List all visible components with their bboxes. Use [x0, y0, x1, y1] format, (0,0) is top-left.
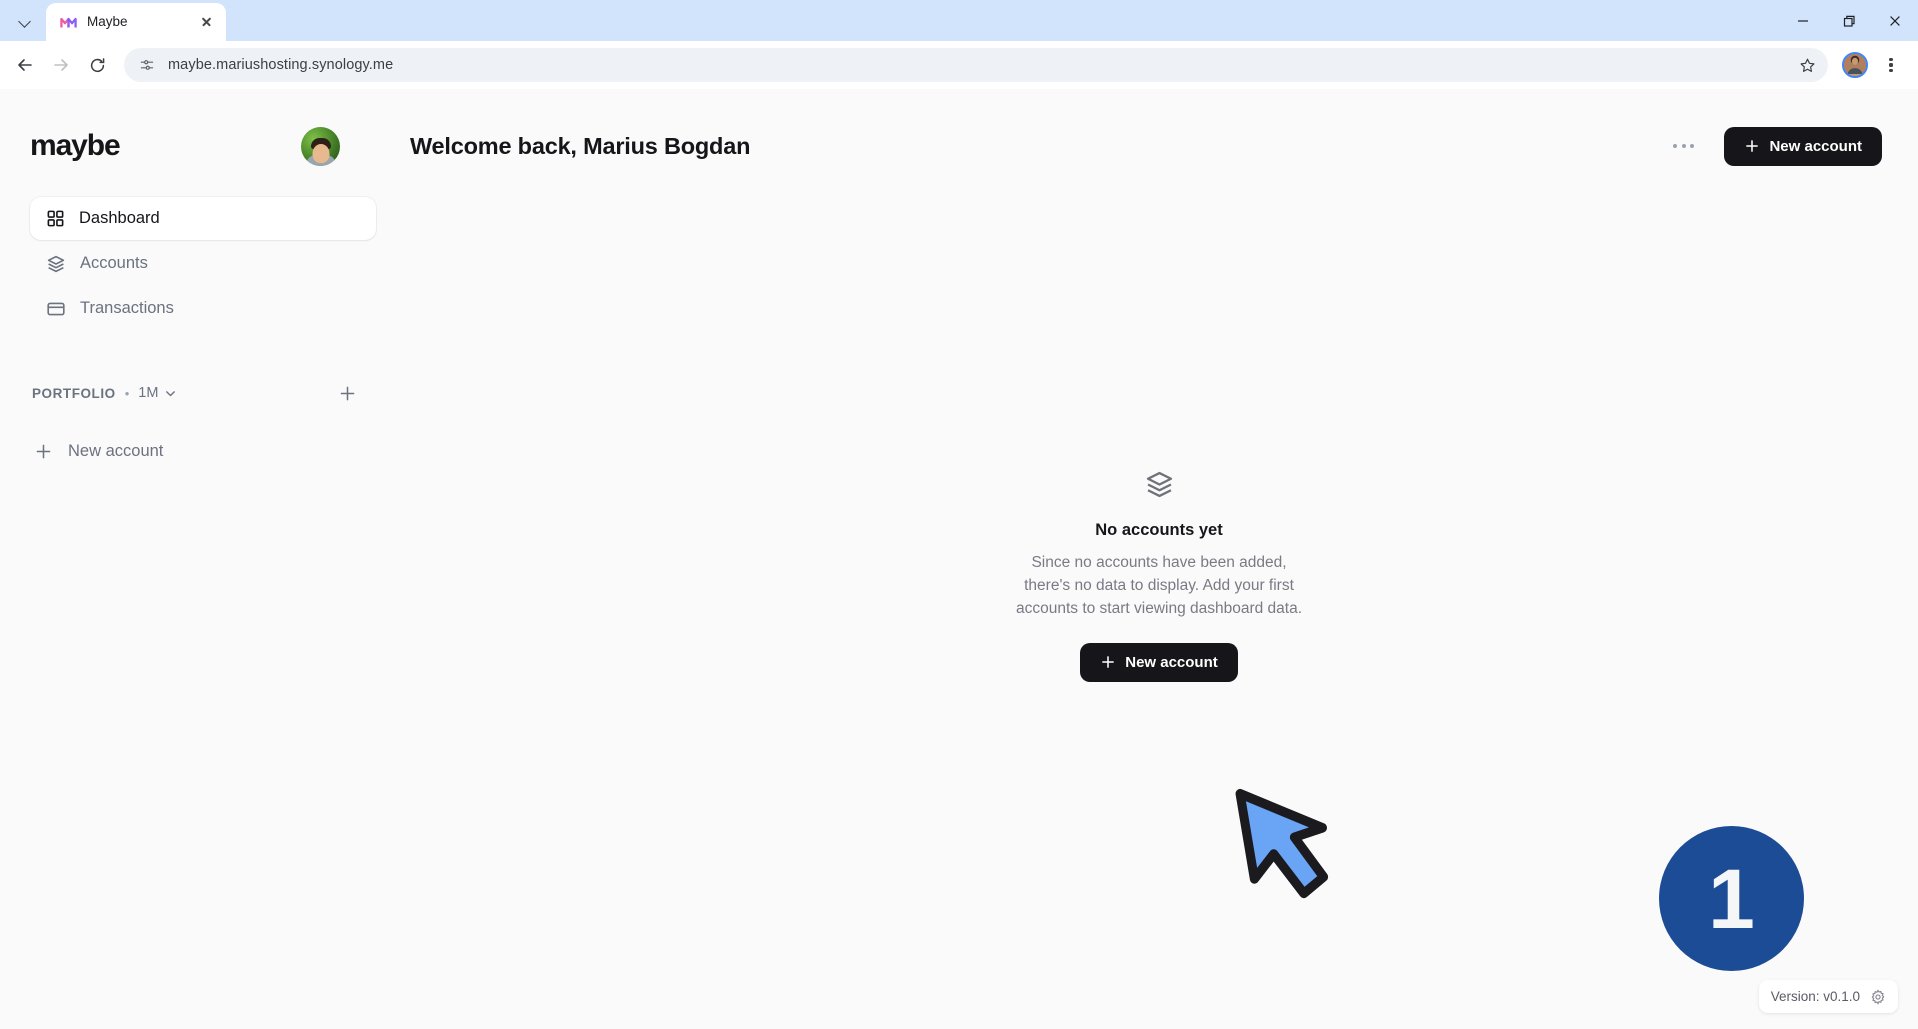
plus-icon: [36, 444, 51, 458]
portfolio-label: PORTFOLIO: [32, 385, 116, 401]
version-text: Version: v0.1.0: [1770, 989, 1860, 1004]
step-badge: 1: [1659, 826, 1804, 971]
address-bar[interactable]: maybe.mariushosting.synology.me: [124, 48, 1828, 82]
profile-avatar-image: [1844, 54, 1866, 74]
avatar-face: [312, 143, 329, 163]
new-account-button-label: New account: [1125, 653, 1218, 671]
restore-icon[interactable]: [1826, 0, 1872, 41]
sidebar-item-dashboard[interactable]: Dashboard: [30, 197, 376, 240]
sidebar-item-label: Transactions: [80, 299, 174, 317]
layers-icon: [47, 255, 65, 272]
version-badge[interactable]: Version: v0.1.0: [1758, 980, 1898, 1013]
plus-icon: [1746, 140, 1759, 152]
empty-state-title: No accounts yet: [1095, 521, 1223, 539]
page-viewport: maybe Dashboard Accounts Transactions PO…: [0, 89, 1918, 1029]
sidebar-nav: Dashboard Accounts Transactions: [30, 197, 376, 330]
star-icon[interactable]: [1792, 50, 1822, 80]
chevron-down-icon: [166, 390, 176, 396]
minimize-icon[interactable]: [1780, 0, 1826, 41]
user-avatar[interactable]: [301, 126, 340, 166]
portfolio-add-button[interactable]: [334, 380, 360, 406]
main-header: Welcome back, Marius Bogdan New account: [410, 113, 1882, 179]
new-account-button-header[interactable]: New account: [1724, 126, 1882, 166]
layers-icon: [1144, 469, 1175, 505]
three-dot-menu-icon[interactable]: [1876, 50, 1906, 80]
portfolio-section-header: PORTFOLIO • 1M: [30, 377, 376, 409]
browser-toolbar: maybe.mariushosting.synology.me: [0, 41, 1918, 89]
portfolio-period-value: 1M: [138, 385, 159, 401]
browser-tab[interactable]: Maybe: [46, 3, 226, 41]
plus-icon: [340, 386, 354, 400]
maybe-logo-icon: [60, 17, 77, 27]
profile-avatar[interactable]: [1842, 52, 1868, 78]
app-main: Welcome back, Marius Bogdan New account: [400, 89, 1918, 1029]
reload-icon[interactable]: [80, 48, 114, 82]
sidebar-item-label: Dashboard: [79, 209, 160, 227]
page-title: Welcome back, Marius Bogdan: [410, 132, 751, 159]
sidebar-item-label: Accounts: [80, 254, 148, 272]
new-account-button-empty-state[interactable]: New account: [1080, 642, 1238, 682]
portfolio-period-selector[interactable]: 1M: [138, 385, 177, 401]
plus-icon: [1102, 656, 1115, 669]
gear-icon[interactable]: [1870, 988, 1886, 1005]
portfolio-separator: •: [124, 385, 130, 401]
site-settings-icon[interactable]: [134, 52, 160, 78]
empty-state-description: Since no accounts have been added, there…: [1015, 554, 1303, 617]
header-actions: New account: [1665, 126, 1882, 166]
sidebar-item-transactions[interactable]: Transactions: [30, 287, 376, 330]
tab-title: Maybe: [87, 15, 128, 29]
browser-titlebar: Maybe: [0, 0, 1918, 41]
sidebar-new-account-label: New account: [68, 441, 164, 460]
window-controls: [1780, 0, 1918, 41]
forward-arrow-icon: [44, 48, 78, 82]
app-sidebar: maybe Dashboard Accounts Transactions PO…: [0, 89, 400, 1029]
sidebar-new-account-button[interactable]: New account: [30, 431, 376, 471]
browser-window: Maybe maybe.mariushosting.synology.me ma…: [0, 0, 1918, 1029]
sidebar-item-accounts[interactable]: Accounts: [30, 242, 376, 285]
close-icon[interactable]: [196, 12, 216, 32]
window-close-icon[interactable]: [1872, 0, 1918, 41]
grid-icon: [47, 210, 64, 227]
credit-card-icon: [47, 302, 65, 315]
sidebar-brand-row: maybe: [30, 113, 376, 179]
app-logo[interactable]: maybe: [30, 129, 121, 163]
back-arrow-icon[interactable]: [8, 48, 42, 82]
ellipsis-icon[interactable]: [1665, 136, 1702, 156]
chevron-down-icon: [19, 15, 31, 27]
url-text: maybe.mariushosting.synology.me: [168, 57, 394, 73]
new-account-button-label: New account: [1769, 137, 1862, 155]
empty-state: No accounts yet Since no accounts have b…: [400, 469, 1918, 682]
tab-search-button[interactable]: [8, 4, 42, 38]
